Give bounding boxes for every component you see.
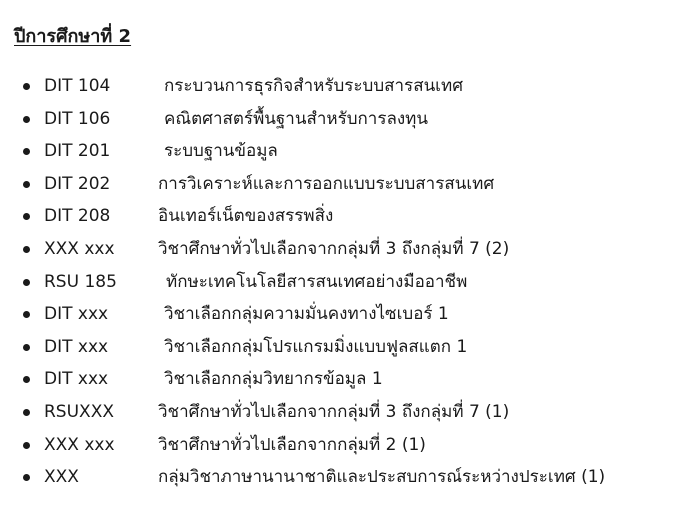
course-title: วิชาเลือกกลุ่มโปรแกรมมิ่งแบบฟูลสแตก 1 [164,336,468,357]
bullet-icon [23,148,30,156]
bullet-icon [23,474,30,482]
bullet-icon [23,408,30,416]
page-heading: ปีการศึกษาที่ 2 [14,26,132,47]
bullet-icon [23,115,30,123]
course-title: กลุ่มวิชาภาษานานาชาติและประสบการณ์ระหว่า… [158,467,606,488]
course-item: DIT 202 การวิเคราะห์และการออกแบบระบบสารสน… [0,168,680,201]
course-title: การวิเคราะห์และการออกแบบระบบสารสนเทศ [158,173,495,194]
course-code: DIT 208 [44,206,111,227]
bullet-icon [23,278,30,286]
course-title: วิชาศึกษาทั่วไปเลือกจากกลุ่มที่ 3 ถึงกลุ… [158,238,510,259]
course-item: DIT xxx วิชาเลือกกลุ่มวิทยากรข้อมูล 1 [0,363,680,396]
course-code: DIT 202 [44,173,111,194]
course-title: กระบวนการธุรกิจสำหรับระบบสารสนเทศ [164,76,463,96]
course-title: วิชาเลือกกลุ่มความมั่นคงทางไซเบอร์ 1 [164,304,449,325]
course-code: XXX xxx [44,434,115,455]
course-code: DIT xxx [44,304,109,325]
bullet-icon [23,376,30,384]
course-item: DIT 106 คณิตศาสตร์พื้นฐานสำหรับการลงทุน [0,103,680,136]
course-code: DIT xxx [44,369,109,390]
bullet-icon [23,343,30,351]
bullet-icon [23,83,30,90]
course-item: XXX กลุ่มวิชาภาษานานาชาติและประสบการณ์ระห… [0,461,680,494]
course-title: ระบบฐานข้อมูล [164,141,278,162]
bullet-icon [23,180,30,188]
course-item: DIT 201 ระบบฐานข้อมูล [0,135,680,168]
course-title: ทักษะเทคโนโลยีสารสนเทศอย่างมืออาชีพ [166,271,468,292]
course-title: วิชาเลือกกลุ่มวิทยากรข้อมูล 1 [164,369,383,390]
course-code: DIT 104 [44,76,111,96]
course-code: DIT 106 [44,108,111,129]
course-item: XXX xxx วิชาศึกษาทั่วไปเลือกจากกลุ่มที่ 3… [0,233,680,266]
course-code: XXX [44,467,79,488]
course-title: คณิตศาสตร์พื้นฐานสำหรับการลงทุน [164,108,429,129]
bullet-icon [23,311,30,319]
course-item: DIT xxx วิชาเลือกกลุ่มความมั่นคงทางไซเบอร… [0,298,680,331]
course-title: วิชาศึกษาทั่วไปเลือกจากกลุ่มที่ 3 ถึงกลุ… [158,401,510,422]
bullet-icon [23,213,30,221]
bullet-icon [23,245,30,253]
course-item: DIT xxx วิชาเลือกกลุ่มโปรแกรมมิ่งแบบฟูลสแ… [0,331,680,364]
course-code: XXX xxx [44,238,115,259]
course-title: อินเทอร์เน็ตของสรรพสิ่ง [158,206,334,227]
course-item: DIT 104 กระบวนการธุรกิจสำหรับระบบสารสนเทศ [0,70,680,103]
course-code: RSUXXX [44,401,114,422]
course-code: RSU 185 [44,271,117,292]
course-code: DIT xxx [44,336,109,357]
course-title: วิชาศึกษาทั่วไปเลือกจากกลุ่มที่ 2 (1) [158,434,426,455]
bullet-icon [23,441,30,449]
course-list: DIT 104 กระบวนการธุรกิจสำหรับระบบสารสนเทศ… [0,70,680,494]
course-item: RSUXXX วิชาศึกษาทั่วไปเลือกจากกลุ่มที่ 3 … [0,396,680,429]
course-code: DIT 201 [44,141,111,162]
course-item: DIT 208 อินเทอร์เน็ตของสรรพสิ่ง [0,200,680,233]
course-item: XXX xxx วิชาศึกษาทั่วไปเลือกจากกลุ่มที่ 2… [0,429,680,462]
course-item: RSU 185 ทักษะเทคโนโลยีสารสนเทศอย่างมืออาช… [0,266,680,299]
